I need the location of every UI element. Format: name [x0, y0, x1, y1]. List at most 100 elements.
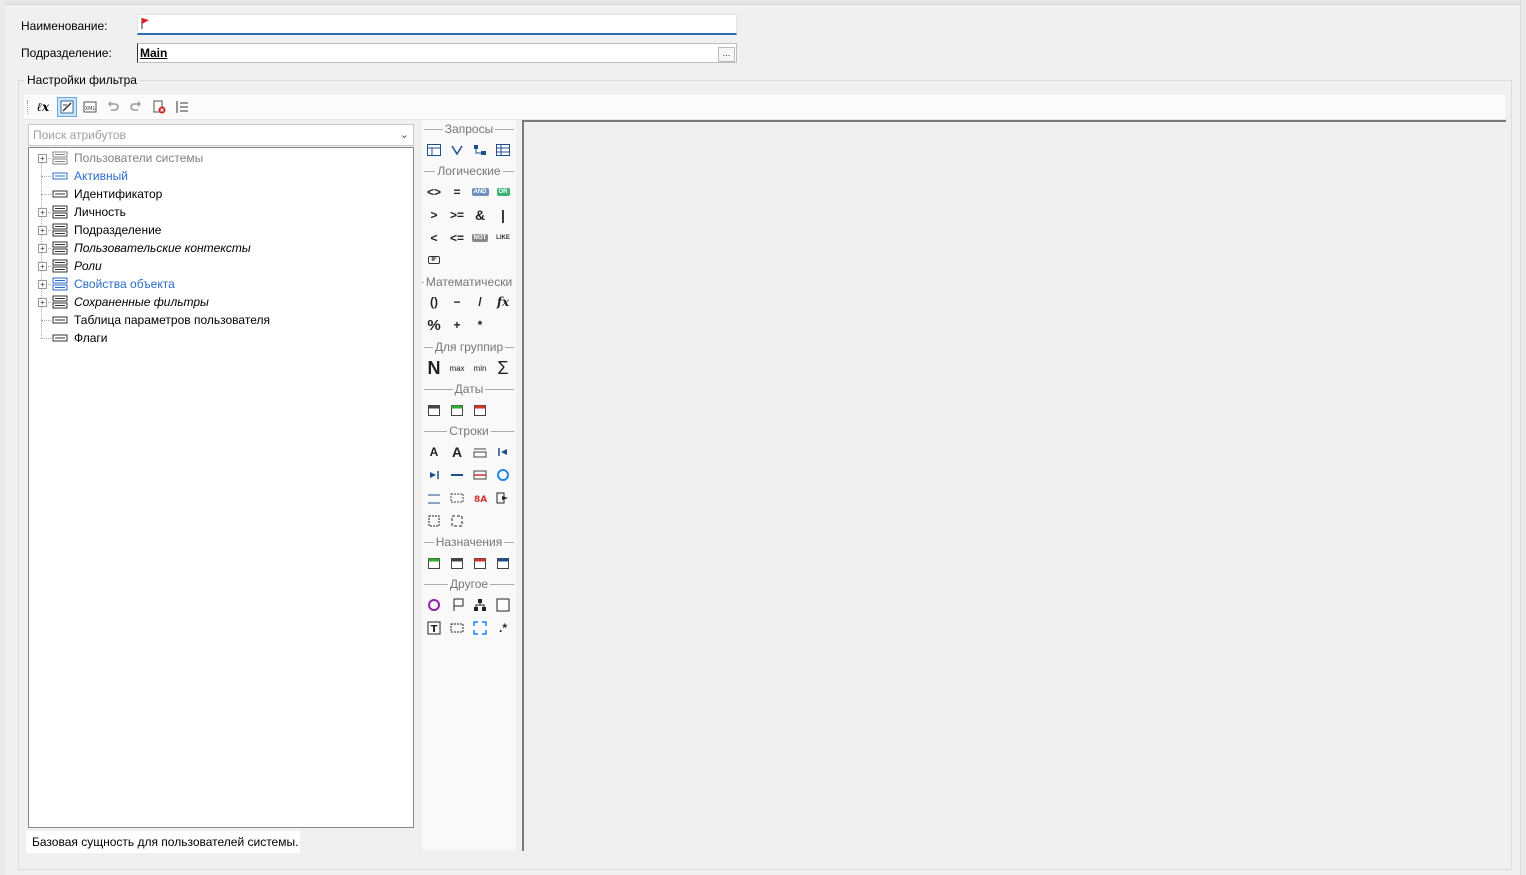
expand-icon[interactable]: +	[38, 298, 47, 307]
string-abc-icon[interactable]	[470, 442, 490, 462]
tree-node[interactable]: Таблица параметров пользователя	[29, 311, 409, 329]
date-add-icon[interactable]	[447, 400, 467, 420]
tree-node-label: Пользовательские контексты	[74, 241, 251, 255]
string-refresh-icon[interactable]	[493, 465, 513, 485]
tree-node[interactable]: Флаги	[29, 329, 409, 347]
other-network-icon[interactable]	[470, 595, 490, 615]
tree-node[interactable]: + Пользовательские контексты	[29, 239, 409, 257]
attribute-tree[interactable]: + Пользователи системы Активный Идентификат…	[28, 147, 414, 828]
xml-icon: XML	[83, 101, 97, 113]
date-grid-icon[interactable]	[470, 400, 490, 420]
tree-node[interactable]: + Личность	[29, 203, 409, 221]
tree-node[interactable]: Активный	[29, 167, 409, 185]
window-scroll-edge	[1520, 0, 1526, 875]
op-plus[interactable]: +	[447, 315, 467, 335]
assign-date-blue-icon[interactable]	[493, 553, 513, 573]
list-view-button[interactable]	[172, 97, 192, 117]
string-upper-icon[interactable]: A	[424, 442, 444, 462]
tree-node[interactable]: Идентификатор	[29, 185, 409, 203]
op-count[interactable]: N	[424, 358, 444, 378]
op-percent[interactable]: %	[424, 315, 444, 335]
op-or[interactable]: OR	[493, 182, 513, 202]
other-rectangle-icon[interactable]	[493, 595, 513, 615]
undo-button[interactable]	[103, 97, 123, 117]
name-label: Наименование:	[21, 19, 108, 33]
attribute-icon	[52, 172, 68, 180]
tree-node[interactable]: + Роли	[29, 257, 409, 275]
string-box-alt-icon[interactable]	[447, 511, 467, 531]
op-less[interactable]: <	[424, 228, 444, 248]
other-flag-icon[interactable]	[447, 595, 467, 615]
expand-icon[interactable]: +	[38, 262, 47, 271]
query-grid-icon[interactable]	[493, 140, 513, 160]
toolbar-grip[interactable]	[27, 100, 30, 114]
op-minus[interactable]: −	[447, 292, 467, 312]
tree-node[interactable]: + Свойства объекта	[29, 275, 409, 293]
tree-node[interactable]: + Сохраненные фильтры	[29, 293, 409, 311]
chevron-down-icon[interactable]: ⌄	[400, 128, 409, 141]
expand-icon[interactable]: +	[38, 244, 47, 253]
string-number-to-text-icon[interactable]: 8A	[470, 488, 490, 508]
op-greater[interactable]: >	[424, 205, 444, 225]
op-sum[interactable]: Σ	[493, 358, 513, 378]
op-divide[interactable]: /	[470, 292, 490, 312]
string-replace-icon[interactable]	[470, 465, 490, 485]
op-parentheses[interactable]: ()	[424, 292, 444, 312]
department-input[interactable]: Main ...	[137, 43, 737, 63]
query-join-icon[interactable]	[447, 140, 467, 160]
op-not[interactable]: NOT	[470, 228, 490, 248]
assign-date-red-icon[interactable]	[470, 553, 490, 573]
op-max[interactable]: max	[447, 358, 467, 378]
expression-mode-button[interactable]: ℓx	[33, 97, 53, 117]
query-table-icon[interactable]	[424, 140, 444, 160]
xml-mode-button[interactable]: XML	[80, 97, 100, 117]
attribute-icon	[52, 190, 68, 198]
clear-filter-button[interactable]	[149, 97, 169, 117]
string-bold-upper-icon[interactable]: A	[447, 442, 467, 462]
op-not-equal[interactable]: <>	[424, 182, 444, 202]
tree-node[interactable]: + Подразделение	[29, 221, 409, 239]
tree-node[interactable]: + Пользователи системы	[29, 149, 409, 167]
string-underline-icon[interactable]	[424, 488, 444, 508]
op-min[interactable]: min	[470, 358, 490, 378]
string-concat-icon[interactable]	[447, 465, 467, 485]
other-asterisk-icon[interactable]: .*	[493, 618, 513, 638]
expand-icon[interactable]: +	[38, 208, 47, 217]
string-trim-left-icon[interactable]	[493, 442, 513, 462]
other-text-icon[interactable]: T	[424, 618, 444, 638]
op-like[interactable]: LIKE	[493, 228, 513, 248]
entity-icon	[52, 151, 68, 165]
string-box-icon[interactable]	[424, 511, 444, 531]
string-pattern-icon[interactable]	[447, 488, 467, 508]
query-tree-icon[interactable]	[470, 140, 490, 160]
designer-mode-button[interactable]	[57, 97, 77, 117]
operator-palette: Запросы Логические <> = AND OR > >= & | …	[422, 120, 516, 850]
expand-icon[interactable]: +	[38, 280, 47, 289]
string-trim-right-icon[interactable]	[424, 465, 444, 485]
op-function[interactable]: fx	[493, 292, 513, 312]
filter-design-canvas[interactable]	[522, 120, 1506, 851]
op-less-equal[interactable]: <=	[447, 228, 467, 248]
redo-button[interactable]	[126, 97, 146, 117]
op-pipe[interactable]: |	[493, 205, 513, 225]
attribute-search-input[interactable]: Поиск атрибутов ⌄	[28, 124, 414, 146]
date-calendar-icon[interactable]	[424, 400, 444, 420]
op-if[interactable]: IF	[424, 250, 444, 270]
op-and[interactable]: AND	[470, 182, 490, 202]
assign-calendar-icon[interactable]	[447, 553, 467, 573]
other-loop-icon[interactable]	[447, 618, 467, 638]
assign-date-icon[interactable]	[424, 553, 444, 573]
op-multiply[interactable]: *	[470, 315, 490, 335]
op-equal[interactable]: =	[447, 182, 467, 202]
tree-connector	[41, 176, 51, 177]
op-greater-equal[interactable]: >=	[447, 205, 467, 225]
other-cycle-icon[interactable]	[424, 595, 444, 615]
op-ampersand[interactable]: &	[470, 205, 490, 225]
other-expand-icon[interactable]	[470, 618, 490, 638]
attribute-icon	[52, 316, 68, 324]
expand-icon[interactable]: +	[38, 226, 47, 235]
string-export-icon[interactable]	[493, 488, 513, 508]
name-input[interactable]	[137, 14, 737, 35]
expand-icon[interactable]: +	[38, 154, 47, 163]
department-browse-button[interactable]: ...	[718, 47, 735, 62]
